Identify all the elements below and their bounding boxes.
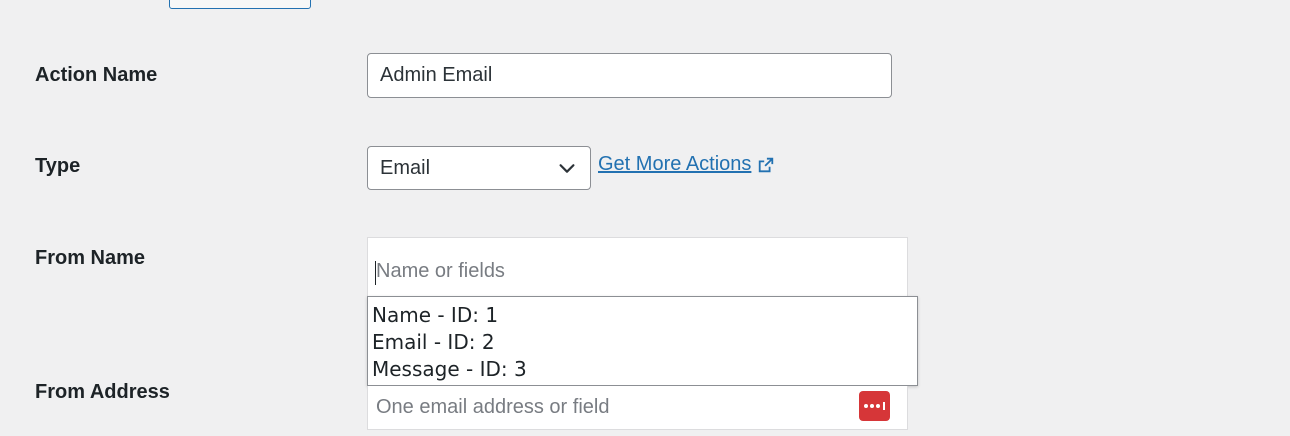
action-name-value: Admin Email <box>380 64 493 86</box>
get-more-actions-label: Get More Actions <box>598 153 752 175</box>
type-select[interactable]: Email <box>367 146 591 190</box>
get-more-actions-link[interactable]: Get More Actions <box>598 153 775 176</box>
from-address-label: From Address <box>35 381 170 403</box>
from-address-input[interactable]: One email address or field <box>367 386 908 430</box>
external-link-icon <box>759 157 774 172</box>
from-address-placeholder: One email address or field <box>376 396 610 418</box>
field-picker-button[interactable] <box>859 391 890 421</box>
suggestion-option[interactable]: Email - ID: 2 <box>368 329 917 356</box>
action-name-label: Action Name <box>35 64 158 86</box>
ellipsis-icon <box>863 402 885 410</box>
from-name-suggestions: Name - ID: 1 Email - ID: 2 Message - ID:… <box>367 296 918 386</box>
suggestion-option[interactable]: Name - ID: 1 <box>368 302 917 329</box>
type-selected-value: Email <box>380 156 431 179</box>
partial-top-button[interactable] <box>169 0 311 9</box>
action-name-input[interactable]: Admin Email <box>367 53 892 98</box>
from-name-input[interactable]: Name or fields <box>367 237 908 297</box>
suggestion-option[interactable]: Message - ID: 3 <box>368 356 917 383</box>
type-label: Type <box>35 155 81 177</box>
from-name-placeholder: Name or fields <box>376 260 505 282</box>
chevron-down-icon <box>559 164 575 173</box>
from-name-label: From Name <box>35 247 146 269</box>
